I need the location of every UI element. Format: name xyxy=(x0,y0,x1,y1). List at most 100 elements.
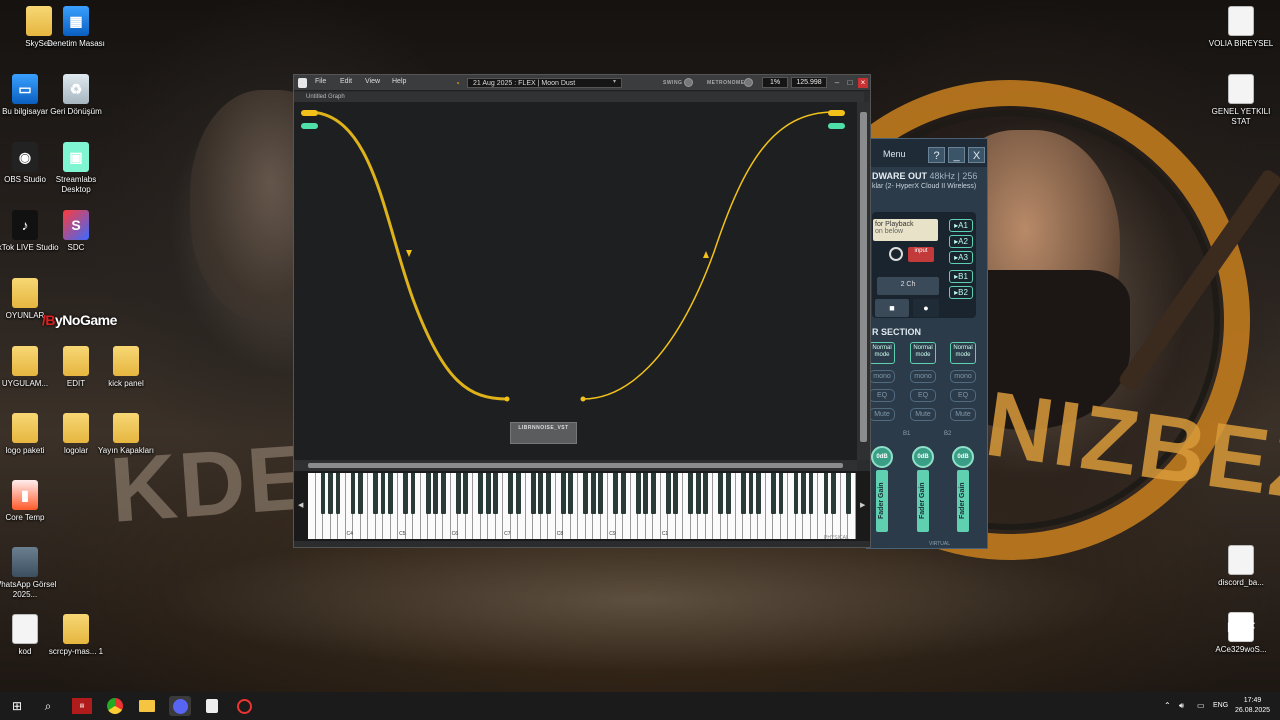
black-key[interactable] xyxy=(831,473,836,514)
black-key[interactable] xyxy=(568,473,574,514)
fader-gain[interactable]: Fader Gain xyxy=(876,470,888,532)
fader-gain[interactable]: Fader Gain xyxy=(917,470,929,532)
percent-display[interactable]: 1% xyxy=(762,77,788,88)
midi-input-port[interactable] xyxy=(301,123,318,129)
black-key[interactable] xyxy=(590,473,596,514)
desktop-icon-left-18[interactable]: scrcpy-mas... 1 xyxy=(41,614,111,657)
desktop-icon-right-1[interactable]: GENEL YETKILI STAT xyxy=(1206,74,1276,127)
black-key[interactable] xyxy=(718,473,724,514)
mixer-minimize-button[interactable]: _ xyxy=(948,147,965,163)
voicemeeter-taskbar-icon[interactable]: ▤ xyxy=(72,698,92,714)
mode-button[interactable]: Normal mode xyxy=(869,342,895,364)
bus-button-b2[interactable]: ▸B2 xyxy=(949,286,973,299)
black-key[interactable] xyxy=(485,473,491,514)
black-key[interactable] xyxy=(373,473,378,514)
gain-knob[interactable]: 0dB xyxy=(871,446,893,468)
black-key[interactable] xyxy=(801,473,806,514)
black-key[interactable] xyxy=(643,473,649,514)
mixer-close-button[interactable]: X xyxy=(968,147,985,163)
daw-close-button[interactable]: × xyxy=(858,78,868,88)
gain-knob[interactable]: 0dB xyxy=(952,446,974,468)
black-key[interactable] xyxy=(425,473,431,514)
black-key[interactable] xyxy=(388,473,393,514)
desktop-icon-left-15[interactable]: ▮ Core Temp xyxy=(0,480,60,523)
fader-gain[interactable]: Fader Gain xyxy=(957,470,969,532)
black-key[interactable] xyxy=(508,473,514,514)
network-icon[interactable]: ▭ xyxy=(1197,701,1205,710)
black-key[interactable] xyxy=(455,473,461,514)
black-key[interactable] xyxy=(380,473,386,514)
graph-horizontal-scrollbar[interactable] xyxy=(294,460,857,471)
graph-title[interactable]: Untitled Graph xyxy=(306,94,345,100)
stop-button[interactable]: ■ xyxy=(875,299,909,317)
gain-knob[interactable]: 0dB xyxy=(912,446,934,468)
black-key[interactable] xyxy=(808,473,814,514)
black-key[interactable] xyxy=(748,473,754,514)
black-key[interactable] xyxy=(530,473,536,514)
black-key[interactable] xyxy=(650,473,656,514)
chrome-icon[interactable] xyxy=(104,696,126,716)
black-key[interactable] xyxy=(725,473,731,514)
mode-button[interactable]: Normal mode xyxy=(950,342,976,364)
eq-button[interactable]: EQ xyxy=(950,389,976,402)
tray-chevron-icon[interactable]: ⌃ xyxy=(1164,701,1171,710)
desktop-icon-left-1[interactable]: ▦ Denetim Masası xyxy=(41,6,111,49)
piano-scroll-left-icon[interactable]: ◀ xyxy=(298,501,303,509)
white-key[interactable] xyxy=(308,473,316,539)
bynogame-logo[interactable]: /ByNoGame xyxy=(42,312,117,328)
desktop-icon-right-2[interactable]: discord_ba... xyxy=(1206,545,1276,588)
daw-maximize-button[interactable]: □ xyxy=(845,78,855,88)
discord-icon[interactable] xyxy=(169,696,191,716)
mono-button[interactable]: mono xyxy=(869,370,895,383)
black-key[interactable] xyxy=(695,473,701,514)
speaker-icon[interactable]: 🔊︎ xyxy=(1179,701,1184,711)
eq-button[interactable]: EQ xyxy=(910,389,936,402)
black-key[interactable] xyxy=(756,473,761,514)
black-key[interactable] xyxy=(665,473,671,514)
black-key[interactable] xyxy=(545,473,551,514)
bus-button-a1[interactable]: ▸A1 xyxy=(949,219,973,232)
black-key[interactable] xyxy=(560,473,566,514)
menu-edit[interactable]: Edit xyxy=(340,78,352,85)
vertical-scroll-thumb[interactable] xyxy=(860,112,867,442)
black-key[interactable] xyxy=(778,473,784,514)
black-key[interactable] xyxy=(328,473,333,514)
mono-button[interactable]: mono xyxy=(950,370,976,383)
start-button[interactable]: ⊞ xyxy=(6,696,28,716)
black-key[interactable] xyxy=(771,473,776,514)
horizontal-scroll-thumb[interactable] xyxy=(308,463,843,468)
black-key[interactable] xyxy=(583,473,589,514)
song-dropdown-icon[interactable]: ▾ xyxy=(613,78,616,85)
desktop-icon-left-3[interactable]: ♻ Geri Dönüşüm xyxy=(41,74,111,117)
song-feed-icon[interactable]: ◔ xyxy=(455,79,460,88)
record-button[interactable]: ● xyxy=(913,299,939,317)
desktop-icon-left-5[interactable]: ▣ Streamlabs Desktop xyxy=(41,142,111,195)
clock[interactable]: 17:49 26.08.2025 xyxy=(1235,696,1270,716)
gauge-app-icon[interactable] xyxy=(233,696,255,716)
black-key[interactable] xyxy=(538,473,544,514)
black-key[interactable] xyxy=(823,473,829,514)
tempo-display[interactable]: 125.998 xyxy=(791,77,827,88)
graph-vertical-scrollbar[interactable] xyxy=(857,102,870,460)
desktop-icon-left-7[interactable]: S SDC xyxy=(41,210,111,253)
black-key[interactable] xyxy=(335,473,341,514)
desktop-icon-right-0[interactable]: VOLIA BIREYSEL xyxy=(1206,6,1276,49)
black-key[interactable] xyxy=(688,473,694,514)
black-key[interactable] xyxy=(793,473,799,514)
black-key[interactable] xyxy=(478,473,484,514)
daw-taskbar-icon[interactable] xyxy=(201,696,223,716)
black-key[interactable] xyxy=(320,473,326,514)
black-key[interactable] xyxy=(515,473,521,514)
language-indicator[interactable]: ENG xyxy=(1213,702,1228,709)
settings-gear-icon[interactable] xyxy=(889,247,903,261)
desktop-icon-left-16[interactable]: WhatsApp Görsel 2025... xyxy=(0,547,60,600)
piano-scroll-right-icon[interactable]: ▶ xyxy=(860,501,865,509)
bus-button-a2[interactable]: ▸A2 xyxy=(949,235,973,248)
menu-file[interactable]: File xyxy=(315,78,326,85)
menu-help[interactable]: Help xyxy=(392,78,406,85)
graph-canvas[interactable]: LIBRNNOISE_VST xyxy=(294,102,857,460)
black-key[interactable] xyxy=(410,473,416,514)
menu-view[interactable]: View xyxy=(365,78,380,85)
plugin-node[interactable]: LIBRNNOISE_VST xyxy=(510,422,577,444)
black-key[interactable] xyxy=(598,473,604,514)
